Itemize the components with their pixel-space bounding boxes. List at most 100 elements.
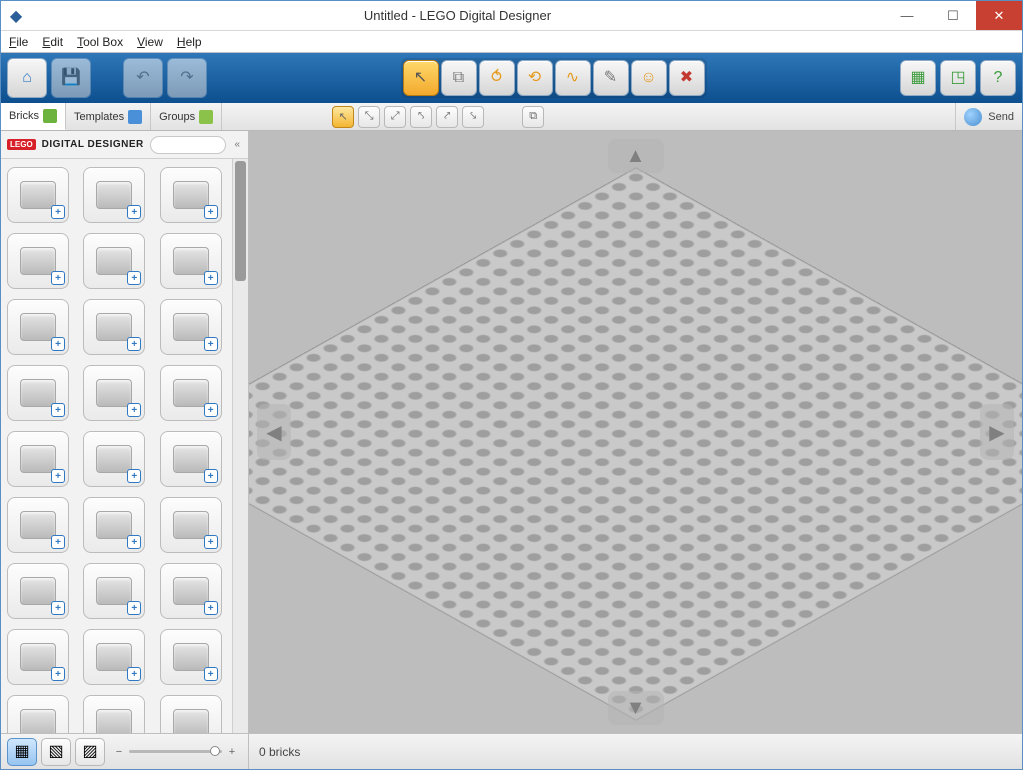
brick-category-cell[interactable]: + <box>160 497 222 553</box>
scrollbar-thumb[interactable] <box>235 161 246 281</box>
expand-category-icon[interactable]: + <box>51 469 65 483</box>
brick-category-cell[interactable]: + <box>7 233 69 289</box>
flex-tool[interactable]: ∿ <box>555 60 591 96</box>
paint-tool[interactable]: ✎ <box>593 60 629 96</box>
expand-category-icon[interactable]: + <box>127 601 141 615</box>
menu-edit[interactable]: Edit <box>42 35 63 49</box>
expand-category-icon[interactable]: + <box>127 337 141 351</box>
brick-category-cell[interactable]: + <box>7 563 69 619</box>
expand-category-icon[interactable]: + <box>204 535 218 549</box>
brick-category-cell[interactable]: + <box>7 167 69 223</box>
palette-view-1[interactable]: ▦ <box>7 738 37 766</box>
menu-view[interactable]: View <box>137 35 163 49</box>
brick-category-cell[interactable]: + <box>7 629 69 685</box>
hinge-align-tool[interactable]: ⟲ <box>517 60 553 96</box>
zoom-slider[interactable]: − + <box>109 746 242 758</box>
mode-guide[interactable]: ? <box>980 60 1016 96</box>
brick-category-cell[interactable]: + <box>160 695 222 733</box>
brick-category-cell[interactable]: + <box>160 299 222 355</box>
select-mode-3[interactable]: ⤢ <box>384 106 406 128</box>
expand-category-icon[interactable]: + <box>204 337 218 351</box>
save-button[interactable]: 💾 <box>51 58 91 98</box>
expand-category-icon[interactable]: + <box>51 667 65 681</box>
brick-category-cell[interactable]: + <box>83 497 145 553</box>
brick-category-cell[interactable]: + <box>83 431 145 487</box>
expand-category-icon[interactable]: + <box>127 271 141 285</box>
hinge-tool[interactable]: ⥀ <box>479 60 515 96</box>
slider-thumb[interactable] <box>210 746 220 756</box>
tab-groups[interactable]: Groups <box>151 103 222 130</box>
expand-category-icon[interactable]: + <box>204 601 218 615</box>
brick-category-cell[interactable]: + <box>7 497 69 553</box>
brick-category-cell[interactable]: + <box>160 629 222 685</box>
menu-file[interactable]: File <box>9 35 28 49</box>
camera-left-button[interactable]: ◀ <box>257 404 291 460</box>
select-mode-5[interactable]: ⤤ <box>436 106 458 128</box>
expand-category-icon[interactable]: + <box>204 271 218 285</box>
select-tool[interactable]: ↖ <box>403 60 439 96</box>
brick-category-cell[interactable]: + <box>160 365 222 421</box>
camera-right-button[interactable]: ▶ <box>980 404 1014 460</box>
expand-category-icon[interactable]: + <box>204 469 218 483</box>
menu-toolbox[interactable]: Tool Box <box>77 35 123 49</box>
brick-category-cell[interactable]: + <box>83 629 145 685</box>
expand-category-icon[interactable]: + <box>127 469 141 483</box>
select-mode-6[interactable]: ⤥ <box>462 106 484 128</box>
send-label[interactable]: Send <box>988 111 1014 123</box>
palette-view-2[interactable]: ▧ <box>41 738 71 766</box>
brick-category-cell[interactable]: + <box>83 695 145 733</box>
brick-category-cell[interactable]: + <box>83 167 145 223</box>
brick-category-cell[interactable]: + <box>160 431 222 487</box>
expand-category-icon[interactable]: + <box>51 337 65 351</box>
hide-tool[interactable]: ☺ <box>631 60 667 96</box>
collapse-sidebar-button[interactable]: « <box>232 139 242 150</box>
zoom-in-icon[interactable]: + <box>226 746 238 758</box>
camera-up-button[interactable]: ▲ <box>608 139 664 173</box>
expand-category-icon[interactable]: + <box>51 205 65 219</box>
brick-category-cell[interactable]: + <box>83 233 145 289</box>
brick-category-cell[interactable]: + <box>7 695 69 733</box>
select-mode-2[interactable]: ⤡ <box>358 106 380 128</box>
search-input[interactable] <box>150 136 227 154</box>
expand-category-icon[interactable]: + <box>51 535 65 549</box>
delete-tool[interactable]: ✖ <box>669 60 705 96</box>
tab-templates[interactable]: Templates <box>66 103 151 130</box>
expand-category-icon[interactable]: + <box>204 205 218 219</box>
minimize-button[interactable]: — <box>884 1 930 30</box>
expand-category-icon[interactable]: + <box>51 271 65 285</box>
expand-category-icon[interactable]: + <box>204 667 218 681</box>
zoom-out-icon[interactable]: − <box>113 746 125 758</box>
mode-view[interactable]: ◳ <box>940 60 976 96</box>
redo-button[interactable]: ↷ <box>167 58 207 98</box>
select-mode-4[interactable]: ⤣ <box>410 106 432 128</box>
brick-category-cell[interactable]: + <box>83 365 145 421</box>
palette-view-3[interactable]: ▨ <box>75 738 105 766</box>
brick-category-cell[interactable]: + <box>160 233 222 289</box>
viewport-3d[interactable]: ▲ ▼ ◀ ▶ <box>249 131 1022 733</box>
expand-category-icon[interactable]: + <box>51 601 65 615</box>
brick-category-cell[interactable]: + <box>83 563 145 619</box>
brick-category-cell[interactable]: + <box>7 431 69 487</box>
select-mode-1[interactable]: ↖ <box>332 106 354 128</box>
brick-category-cell[interactable]: + <box>160 563 222 619</box>
undo-button[interactable]: ↶ <box>123 58 163 98</box>
expand-category-icon[interactable]: + <box>127 205 141 219</box>
close-button[interactable]: ✕ <box>976 1 1022 30</box>
home-button[interactable]: ⌂ <box>7 58 47 98</box>
brick-category-cell[interactable]: + <box>7 299 69 355</box>
expand-category-icon[interactable]: + <box>127 667 141 681</box>
menu-help[interactable]: Help <box>177 35 202 49</box>
slider-track[interactable] <box>129 750 222 753</box>
mode-build[interactable]: ▦ <box>900 60 936 96</box>
clone-tool[interactable]: ⧉ <box>441 60 477 96</box>
tab-bricks[interactable]: Bricks <box>1 103 66 130</box>
camera-down-button[interactable]: ▼ <box>608 691 664 725</box>
palette-scrollbar[interactable] <box>232 159 248 733</box>
brick-category-cell[interactable]: + <box>83 299 145 355</box>
expand-category-icon[interactable]: + <box>51 403 65 417</box>
expand-category-icon[interactable]: + <box>127 403 141 417</box>
screenshot-button[interactable]: ⧉ <box>522 106 544 128</box>
brick-category-cell[interactable]: + <box>160 167 222 223</box>
brick-palette[interactable]: + + + + + + + + + + + + + + + + + + + + + + + + + + + <box>1 159 232 733</box>
maximize-button[interactable]: ☐ <box>930 1 976 30</box>
